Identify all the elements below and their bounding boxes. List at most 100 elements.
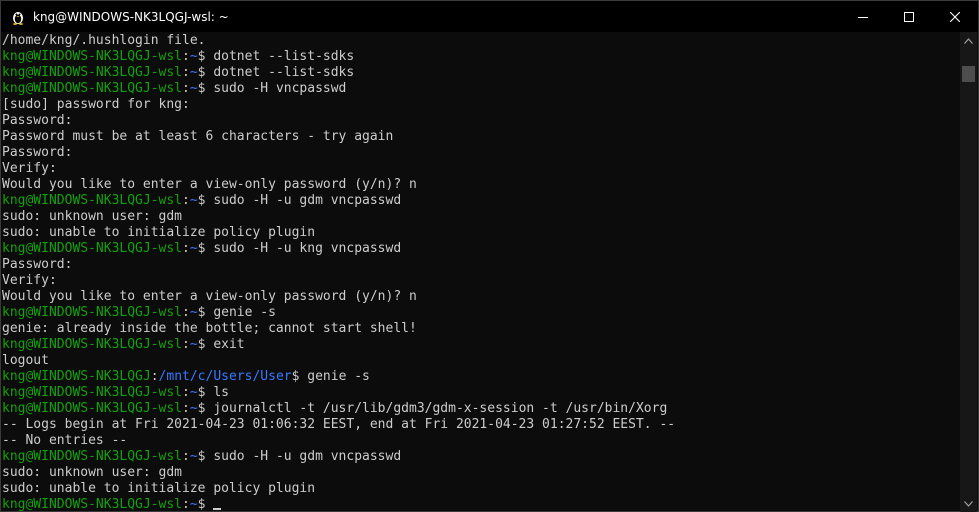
prompt-path: ~ [189, 337, 198, 352]
terminal-text: $ dotnet --list-sdks [197, 49, 355, 64]
terminal-line: kng@WINDOWS-NK3LQGJ-wsl:~$ dotnet --list… [2, 49, 961, 65]
terminal-line: kng@WINDOWS-NK3LQGJ-wsl:~$ sudo -H -u gd… [2, 449, 961, 465]
window-title: kng@WINDOWS-NK3LQGJ-wsl: ~ [33, 9, 229, 24]
terminal-text: -- Logs begin at Fri 2021-04-23 01:06:32… [2, 417, 676, 432]
terminal-text: logout [2, 353, 49, 368]
terminal-text: $ [197, 497, 214, 512]
terminal-window: kng@WINDOWS-NK3LQGJ-wsl: ~ /home/kng/.hu… [0, 0, 979, 512]
scroll-down-arrow-icon [964, 500, 973, 507]
terminal-line: sudo: unable to initialize policy plugin [2, 481, 961, 497]
terminal-text: Password must be at least 6 characters -… [2, 129, 394, 144]
tux-penguin-icon [13, 11, 23, 25]
terminal-text: $ dotnet --list-sdks [197, 65, 355, 80]
minimize-button[interactable] [840, 1, 886, 32]
terminal-text: : [182, 401, 190, 416]
terminal-text: $ journalctl -t /usr/lib/gdm3/gdm-x-sess… [197, 401, 668, 416]
terminal-line: kng@WINDOWS-NK3LQGJ-wsl:~$ journalctl -t… [2, 401, 961, 417]
prompt-path: ~ [189, 385, 198, 400]
terminal-line: kng@WINDOWS-NK3LQGJ-wsl:~$ exit [2, 337, 961, 353]
terminal-text: genie: already inside the bottle; cannot… [2, 321, 417, 336]
minimize-icon [858, 16, 868, 18]
maximize-button[interactable] [886, 1, 932, 32]
scroll-up-arrow-icon [964, 37, 973, 44]
prompt-user-host: kng@WINDOWS-NK3LQGJ [2, 369, 151, 384]
text-cursor [213, 508, 222, 510]
terminal-line: genie: already inside the bottle; cannot… [2, 321, 961, 337]
terminal-line: -- Logs begin at Fri 2021-04-23 01:06:32… [2, 417, 961, 433]
terminal-text: sudo: unable to initialize policy plugin [2, 225, 316, 240]
terminal-line: Verify: [2, 273, 961, 289]
terminal-line: -- No entries -- [2, 433, 961, 449]
prompt-path: ~ [189, 81, 198, 96]
terminal-line: Password: [2, 145, 961, 161]
prompt-path: ~ [189, 65, 198, 80]
terminal-text: : [182, 385, 190, 400]
close-button[interactable] [932, 1, 978, 32]
prompt-user-host: kng@WINDOWS-NK3LQGJ-wsl [2, 449, 183, 464]
prompt-path: ~ [189, 305, 198, 320]
terminal-line: [sudo] password for kng: [2, 97, 961, 113]
terminal-text: : [182, 497, 190, 512]
terminal-line: Verify: [2, 161, 961, 177]
terminal-line: kng@WINDOWS-NK3LQGJ-wsl:~$ dotnet --list… [2, 65, 961, 81]
terminal-text: : [182, 241, 190, 256]
terminal-text: sudo: unknown user: gdm [2, 209, 183, 224]
prompt-user-host: kng@WINDOWS-NK3LQGJ-wsl [2, 81, 183, 96]
terminal-text: $ genie -s [291, 369, 370, 384]
prompt-path: ~ [189, 401, 198, 416]
terminal-line: Password: [2, 257, 961, 273]
terminal-text: $ ls [197, 385, 229, 400]
terminal-line: Would you like to enter a view-only pass… [2, 289, 961, 305]
terminal-output[interactable]: /home/kng/.hushlogin file. kng@WINDOWS-NK… [1, 32, 961, 512]
prompt-user-host: kng@WINDOWS-NK3LQGJ-wsl [2, 49, 183, 64]
terminal-text: Verify: [2, 161, 57, 176]
prompt-user-host: kng@WINDOWS-NK3LQGJ-wsl [2, 497, 183, 512]
terminal-text: $ sudo -H -u kng vncpasswd [197, 241, 402, 256]
prompt-path: ~ [189, 241, 198, 256]
terminal-line: Would you like to enter a view-only pass… [2, 177, 961, 193]
close-icon [950, 11, 960, 22]
terminal-line: kng@WINDOWS-NK3LQGJ-wsl:~$ genie -s [2, 305, 961, 321]
terminal-text: Password: [2, 145, 73, 160]
terminal-line: sudo: unable to initialize policy plugin [2, 225, 961, 241]
terminal-text: Verify: [2, 273, 57, 288]
prompt-user-host: kng@WINDOWS-NK3LQGJ-wsl [2, 401, 183, 416]
vertical-scrollbar[interactable] [960, 32, 977, 512]
prompt-user-host: kng@WINDOWS-NK3LQGJ-wsl [2, 305, 183, 320]
scroll-down-button[interactable] [960, 495, 977, 512]
terminal-text: : [150, 369, 159, 384]
terminal-line: kng@WINDOWS-NK3LQGJ-wsl:~$ [2, 497, 961, 512]
terminal-text: sudo: unable to initialize policy plugin [2, 481, 316, 496]
terminal-text: Would you like to enter a view-only pass… [2, 289, 417, 304]
scroll-up-button[interactable] [960, 32, 977, 49]
terminal-line: kng@WINDOWS-NK3LQGJ-wsl:~$ ls [2, 385, 961, 401]
caption-buttons [840, 1, 978, 32]
terminal-text: Password: [2, 257, 73, 272]
terminal-text: : [182, 449, 190, 464]
terminal-text: $ sudo -H -u gdm vncpasswd [197, 449, 402, 464]
prompt-user-host: kng@WINDOWS-NK3LQGJ-wsl [2, 241, 183, 256]
prompt-path: ~ [189, 449, 198, 464]
prompt-path: /mnt/c/Users/User [158, 369, 292, 384]
terminal-line: kng@WINDOWS-NK3LQGJ-wsl:~$ sudo -H -u gd… [2, 193, 961, 209]
terminal-line: sudo: unknown user: gdm [2, 465, 961, 481]
terminal-text: /home/kng/.hushlogin file. [2, 33, 206, 48]
prompt-path: ~ [189, 497, 198, 512]
terminal-text: $ sudo -H vncpasswd [197, 81, 347, 96]
terminal-text: sudo: unknown user: gdm [2, 465, 183, 480]
terminal-line: sudo: unknown user: gdm [2, 209, 961, 225]
scrollbar-thumb[interactable] [962, 66, 975, 82]
terminal-text: : [182, 81, 190, 96]
terminal-line: Password: [2, 113, 961, 129]
title-bar[interactable]: kng@WINDOWS-NK3LQGJ-wsl: ~ [1, 1, 978, 32]
terminal-text: -- No entries -- [2, 433, 128, 448]
prompt-user-host: kng@WINDOWS-NK3LQGJ-wsl [2, 193, 183, 208]
terminal-text: Password: [2, 113, 73, 128]
terminal-text: Would you like to enter a view-only pass… [2, 177, 417, 192]
prompt-path: ~ [189, 193, 198, 208]
prompt-user-host: kng@WINDOWS-NK3LQGJ-wsl [2, 65, 183, 80]
terminal-text: $ genie -s [197, 305, 276, 320]
terminal-text: : [182, 65, 190, 80]
terminal-text: [sudo] password for kng: [2, 97, 190, 112]
terminal-text: : [182, 337, 190, 352]
